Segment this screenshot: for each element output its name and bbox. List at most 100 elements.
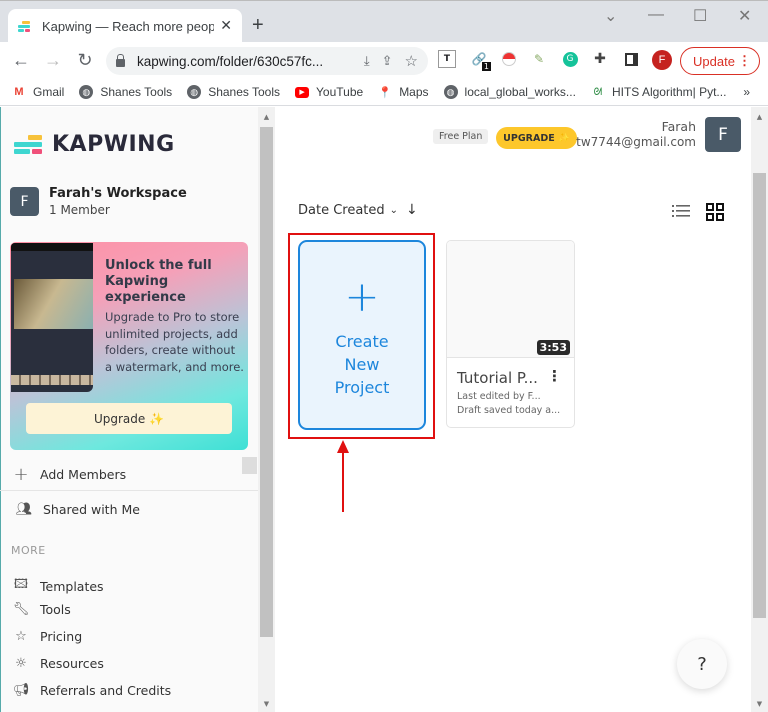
minimize-button[interactable]: — xyxy=(648,6,664,24)
reload-button[interactable]: ↻ xyxy=(72,50,98,71)
sidebar-item-label: Templates xyxy=(40,578,104,594)
bookmark-label: HITS Algorithm| Pyt... xyxy=(611,85,727,99)
bookmark-local-global[interactable]: ◍ local_global_works... xyxy=(443,85,576,99)
bookmark-shanes-tools[interactable]: ◍ Shanes Tools xyxy=(79,85,172,99)
update-button[interactable]: Update ⋮ xyxy=(680,47,760,75)
project-title[interactable]: Tutorial P... xyxy=(457,369,538,387)
close-window-button[interactable]: ✕ xyxy=(738,6,751,26)
bookmark-shanes-tools-2[interactable]: ◍ Shanes Tools xyxy=(187,85,280,99)
sort-label: Date Created xyxy=(298,202,385,218)
back-button[interactable]: ← xyxy=(8,50,34,71)
promo-editor-preview xyxy=(11,243,93,392)
image-icon: 🖾 xyxy=(13,577,29,592)
maps-icon: 📍 xyxy=(378,86,393,99)
more-heading: MORE xyxy=(11,544,46,557)
bookmark-hits-algorithm[interactable]: ᘛ HITS Algorithm| Pyt... xyxy=(591,85,727,99)
user-avatar[interactable]: F xyxy=(705,117,741,152)
workspace-avatar: F xyxy=(10,187,39,216)
sidebar-item-pricing[interactable]: ☆ Pricing xyxy=(12,629,82,644)
star-icon: ☆ xyxy=(15,629,27,644)
bookmark-youtube[interactable]: ▶ YouTube xyxy=(295,85,363,99)
sidebar-item-templates[interactable]: 🖾 Templates xyxy=(12,575,104,597)
add-members-label: Add Members xyxy=(40,467,127,482)
sidebar-item-referrals[interactable]: 📢︎ Referrals and Credits xyxy=(12,683,171,698)
upgrade-promo-card: Unlock the full Kapwing experience Upgra… xyxy=(10,242,248,450)
scroll-up-icon[interactable]: ▲ xyxy=(258,113,275,121)
url-text[interactable]: kapwing.com/folder/630c57fc... xyxy=(137,54,352,69)
bookmark-label: YouTube xyxy=(316,85,364,99)
puzzle-icon[interactable]: ✚ xyxy=(591,50,609,68)
new-tab-button[interactable]: + xyxy=(252,14,264,37)
sidebar-item-label: Pricing xyxy=(40,629,83,644)
bookmarks-overflow[interactable]: » xyxy=(743,85,750,99)
scroll-up-icon[interactable]: ▲ xyxy=(751,113,768,121)
help-button[interactable]: ? xyxy=(677,639,727,689)
address-bar[interactable]: kapwing.com/folder/630c57fc... ⤓ ⇪ ☆ xyxy=(106,47,428,75)
eyedropper-extension-icon[interactable]: ✎ xyxy=(530,50,548,68)
project-menu-icon[interactable]: ⋮ xyxy=(547,367,562,385)
forward-button[interactable]: → xyxy=(40,50,66,71)
sidebar-item-shared[interactable]: 👥︎ Shared with Me xyxy=(15,502,140,517)
add-members-button[interactable]: + Add Members xyxy=(12,464,126,485)
bookmark-label: Shanes Tools xyxy=(100,85,173,99)
header-upgrade-button[interactable]: UPGRADE ✨ xyxy=(496,127,577,149)
sidebar-item-label: Resources xyxy=(40,656,104,671)
workspace-switcher[interactable]: F Farah's Workspace 1 Member xyxy=(10,186,187,217)
user-name: Farah xyxy=(661,119,696,134)
project-thumbnail[interactable]: 3:53 xyxy=(447,241,574,358)
profile-avatar[interactable]: F xyxy=(652,50,672,70)
project-duration: 3:53 xyxy=(536,340,570,355)
tab-title: Kapwing — Reach more people w xyxy=(42,18,215,34)
plus-icon: + xyxy=(13,464,29,485)
bookmark-label: Maps xyxy=(399,85,429,99)
scroll-down-icon[interactable]: ▼ xyxy=(751,700,768,708)
update-label: Update xyxy=(693,53,735,69)
maximize-button[interactable]: ☐ xyxy=(693,6,707,26)
sort-dropdown[interactable]: Date Created ⌄ ↓ xyxy=(298,202,418,218)
lightbulb-icon: ☼ xyxy=(15,656,27,671)
annotation-arrow-icon xyxy=(337,440,349,512)
side-panel-icon[interactable] xyxy=(622,50,640,68)
text-extension-icon[interactable]: T xyxy=(438,50,456,68)
pokeball-extension-icon[interactable] xyxy=(500,50,518,68)
grammarly-icon[interactable]: G xyxy=(561,50,579,68)
tab-close-icon[interactable]: ✕ xyxy=(220,18,232,34)
plus-icon: + xyxy=(344,272,380,321)
link-extension-icon[interactable]: 🔗 1 xyxy=(470,50,491,71)
sidebar-item-resources[interactable]: ☼ Resources xyxy=(12,656,104,671)
workspace-members: 1 Member xyxy=(49,203,110,217)
kebab-menu-icon[interactable]: ⋮ xyxy=(738,53,751,69)
globe-icon: ◍ xyxy=(79,85,94,99)
project-card[interactable]: 3:53 Tutorial P... ⋮ Last edited by F...… xyxy=(446,240,575,428)
promo-description: Upgrade to Pro to store unlimited projec… xyxy=(105,310,244,374)
create-project-label: Create New Project xyxy=(334,332,390,397)
gfg-icon: ᘛ xyxy=(593,86,603,98)
list-view-icon[interactable] xyxy=(672,204,690,218)
browser-tab[interactable]: Kapwing — Reach more people w ✕ xyxy=(8,9,242,43)
bookmark-label: Gmail xyxy=(33,85,65,99)
promo-upgrade-button[interactable]: Upgrade ✨ xyxy=(26,403,232,434)
install-icon[interactable]: ⤓ xyxy=(364,53,370,69)
kapwing-logo[interactable]: KAPWING xyxy=(14,132,175,157)
sidebar-divider xyxy=(0,490,258,491)
sidebar-inner-scrollbar[interactable] xyxy=(242,457,257,474)
sort-direction-icon[interactable]: ↓ xyxy=(406,202,418,218)
user-email: tw7744@gmail.com xyxy=(576,135,696,149)
sidebar-item-label: Referrals and Credits xyxy=(40,683,172,698)
main-scroll-thumb[interactable] xyxy=(753,173,766,618)
gmail-icon: M xyxy=(14,86,24,98)
create-new-project-button[interactable]: + Create New Project xyxy=(298,240,426,430)
tab-search-icon[interactable]: ⌄ xyxy=(604,6,617,26)
sidebar-scroll-thumb[interactable] xyxy=(260,127,273,637)
scroll-down-icon[interactable]: ▼ xyxy=(258,700,275,708)
bookmark-maps[interactable]: 📍 Maps xyxy=(378,85,428,99)
bookmark-star-icon[interactable]: ☆ xyxy=(405,52,418,70)
share-icon[interactable]: ⇪ xyxy=(382,53,393,69)
bookmark-gmail[interactable]: M Gmail xyxy=(12,85,64,99)
grid-view-icon[interactable] xyxy=(706,203,724,221)
sidebar-item-label: Tools xyxy=(40,602,71,617)
sidebar-item-tools[interactable]: 🔧︎ Tools xyxy=(12,602,71,617)
promo-title: Unlock the full Kapwing experience xyxy=(105,258,212,305)
bookmarks-bar: M Gmail ◍ Shanes Tools ◍ Shanes Tools ▶ YouT… xyxy=(0,79,768,106)
plan-badge: Free Plan xyxy=(433,129,489,144)
